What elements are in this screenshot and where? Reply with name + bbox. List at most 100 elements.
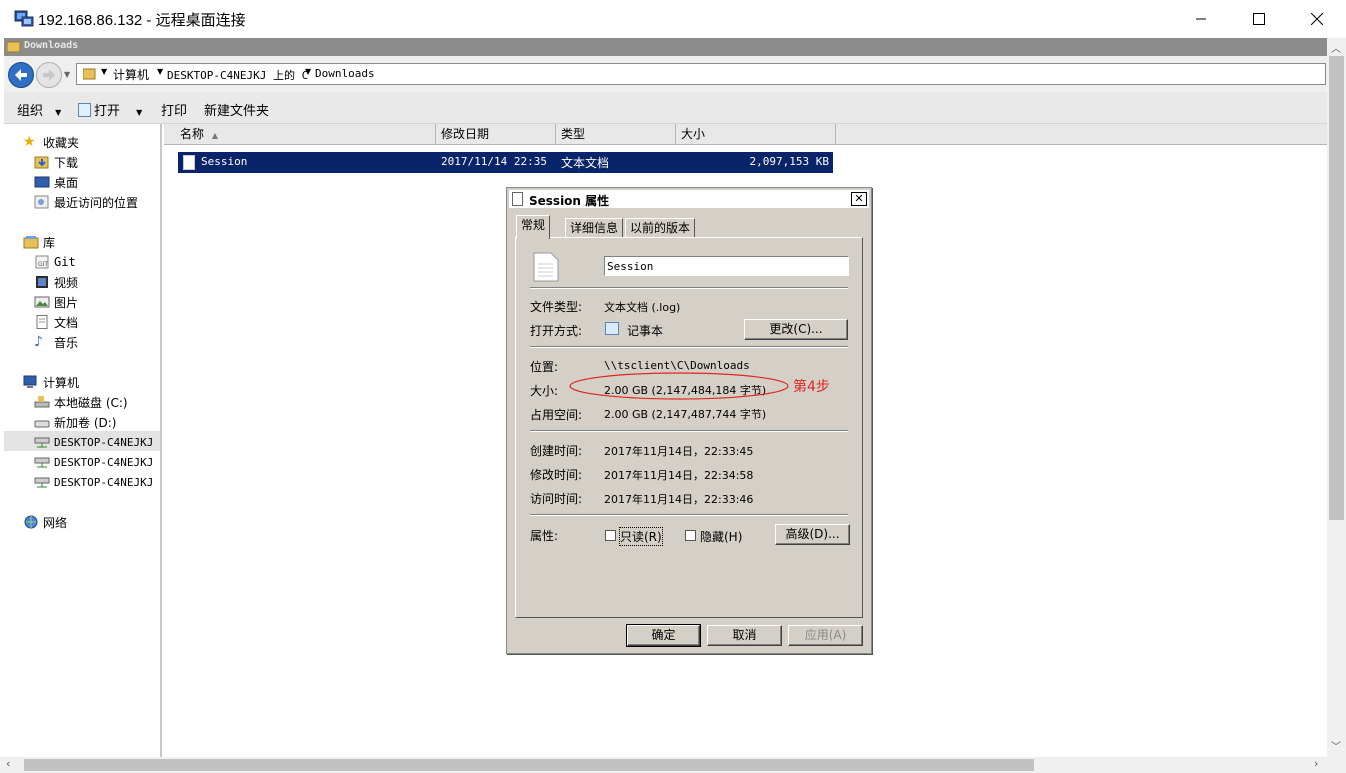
file-name: Session: [201, 155, 248, 168]
new-folder-button[interactable]: 新建文件夹: [204, 100, 269, 119]
forward-button[interactable]: [36, 62, 62, 88]
close-button[interactable]: [1288, 0, 1346, 38]
tab-details[interactable]: 详细信息: [565, 218, 624, 238]
advanced-button[interactable]: 高级(D)...: [775, 524, 850, 545]
chevron-icon: ▼: [305, 67, 312, 76]
breadcrumb-computer[interactable]: 计算机: [113, 66, 149, 83]
table-row[interactable]: Session 2017/11/14 22:35 文本文档 2,097,153 …: [178, 152, 833, 173]
sort-ascending-icon: ▲: [211, 131, 218, 140]
file-type-label: 文件类型:: [530, 300, 583, 314]
nav-remote-drive-3[interactable]: DESKTOP-C4NEJKJ 上: [34, 472, 160, 492]
text-file-icon: [183, 155, 195, 170]
cancel-button[interactable]: 取消: [707, 625, 782, 646]
hidden-label[interactable]: 隐藏(H): [700, 528, 742, 545]
nav-pictures[interactable]: 图片: [34, 292, 78, 312]
breadcrumb-downloads[interactable]: Downloads: [315, 67, 375, 80]
drive-icon: [34, 396, 50, 408]
nav-label: 计算机: [43, 375, 80, 390]
vertical-scrollbar[interactable]: ︿ ﹀: [1327, 38, 1346, 757]
attributes-label: 属性:: [530, 529, 559, 543]
vertical-scroll-thumb[interactable]: [1329, 56, 1344, 520]
nav-network[interactable]: 网络: [23, 512, 67, 532]
address-box[interactable]: ▼ 计算机 ▼ DESKTOP-C4NEJKJ 上的 C ▼ Downloads: [76, 63, 1326, 85]
annotation-label: 第4步: [793, 379, 830, 395]
desktop-icon: [34, 176, 50, 188]
nav-music[interactable]: ♪ 音乐: [34, 332, 78, 352]
separator: [530, 346, 848, 348]
column-modified[interactable]: 修改日期: [436, 124, 556, 145]
breadcrumb-drive[interactable]: DESKTOP-C4NEJKJ 上的 C: [167, 67, 308, 83]
nav-label: 新加卷 (D:): [54, 415, 117, 430]
address-bar-area: ▼ ▼ 计算机 ▼ DESKTOP-C4NEJKJ 上的 C ▼ Downloa…: [4, 56, 1327, 92]
nav-local-disk[interactable]: 本地磁盘 (C:): [34, 392, 128, 412]
computer-icon: [23, 375, 37, 388]
library-icon: [23, 236, 39, 249]
opens-with-value: 记事本: [627, 324, 664, 338]
nav-remote-drive-1[interactable]: DESKTOP-C4NEJKJ 上: [34, 432, 160, 452]
filename-input[interactable]: [604, 256, 849, 276]
scroll-right-icon[interactable]: ›: [1314, 757, 1318, 770]
minimize-button[interactable]: [1172, 0, 1230, 38]
column-name[interactable]: 名称 ▲: [164, 124, 436, 145]
nav-label: 视频: [54, 275, 79, 290]
dialog-close-button[interactable]: ✕: [851, 192, 867, 206]
horizontal-scrollbar[interactable]: ‹ ›: [0, 757, 1346, 773]
text-file-large-icon: [533, 252, 559, 282]
text-file-icon: [512, 192, 523, 206]
nav-downloads[interactable]: 下载: [34, 152, 78, 172]
nav-documents[interactable]: 文档: [34, 312, 78, 332]
nav-label: DESKTOP-C4NEJKJ 上: [54, 456, 162, 469]
separator: [530, 430, 848, 432]
nav-label: 网络: [43, 515, 68, 530]
change-button[interactable]: 更改(C)...: [744, 319, 848, 340]
print-button[interactable]: 打印: [161, 100, 187, 119]
nav-computer[interactable]: 计算机: [23, 372, 79, 392]
created-label: 创建时间:: [530, 444, 583, 458]
nav-favorites[interactable]: ★ 收藏夹: [23, 132, 79, 152]
modified-value: 2017年11月14日，22:34:58: [604, 469, 754, 482]
column-headers: 名称 ▲ 修改日期 类型 大小: [164, 124, 1327, 145]
nav-recent[interactable]: 最近访问的位置: [34, 192, 138, 212]
tab-previous-versions[interactable]: 以前的版本: [625, 218, 696, 238]
column-type[interactable]: 类型: [556, 124, 676, 145]
apply-button[interactable]: 应用(A): [788, 625, 863, 646]
close-icon: ✕: [854, 192, 864, 205]
nav-label: 音乐: [54, 335, 79, 350]
nav-label: Git: [54, 255, 76, 269]
file-type: 文本文档: [561, 156, 610, 170]
scroll-up-icon[interactable]: ︿: [1331, 40, 1341, 55]
nav-label: 下载: [54, 155, 79, 170]
file-type-value: 文本文档 (.log): [604, 301, 681, 314]
nav-videos[interactable]: 视频: [34, 272, 78, 292]
scroll-left-icon[interactable]: ‹: [6, 757, 10, 770]
horizontal-scroll-thumb[interactable]: [24, 759, 1034, 771]
maximize-button[interactable]: [1230, 0, 1288, 38]
minimize-icon: [1196, 18, 1206, 20]
size-on-disk-value: 2.00 GB (2,147,487,744 字节): [604, 408, 767, 421]
readonly-checkbox[interactable]: [605, 530, 616, 541]
organize-button[interactable]: 组织 ▼: [17, 100, 61, 119]
ok-button[interactable]: 确定: [626, 624, 701, 647]
chevron-icon: ▼: [101, 67, 108, 76]
back-button[interactable]: [8, 62, 34, 88]
column-size[interactable]: 大小: [676, 124, 836, 145]
hidden-checkbox[interactable]: [685, 530, 696, 541]
nav-new-volume[interactable]: 新加卷 (D:): [34, 412, 116, 432]
notepad-icon: [605, 322, 619, 335]
music-icon: ♪: [34, 334, 43, 350]
nav-desktop[interactable]: 桌面: [34, 172, 78, 192]
scroll-down-icon[interactable]: ﹀: [1331, 738, 1341, 753]
tab-general[interactable]: 常规: [516, 215, 551, 239]
nav-libraries[interactable]: 库: [23, 232, 55, 252]
readonly-label[interactable]: 只读(R): [619, 527, 663, 546]
nav-remote-drive-2[interactable]: DESKTOP-C4NEJKJ 上: [34, 452, 162, 472]
file-size: 2,097,153 KB: [749, 155, 829, 168]
network-drive-icon: [34, 437, 50, 448]
organize-label: 组织: [17, 104, 44, 119]
window-title: 192.168.86.132 - 远程桌面连接: [38, 12, 246, 29]
open-button[interactable]: 打开 ▼: [78, 100, 142, 119]
history-dropdown-icon[interactable]: ▼: [64, 70, 70, 79]
close-icon: [1311, 13, 1323, 25]
nav-git[interactable]: GIT Git: [34, 252, 76, 272]
git-library-icon: GIT: [35, 255, 49, 269]
